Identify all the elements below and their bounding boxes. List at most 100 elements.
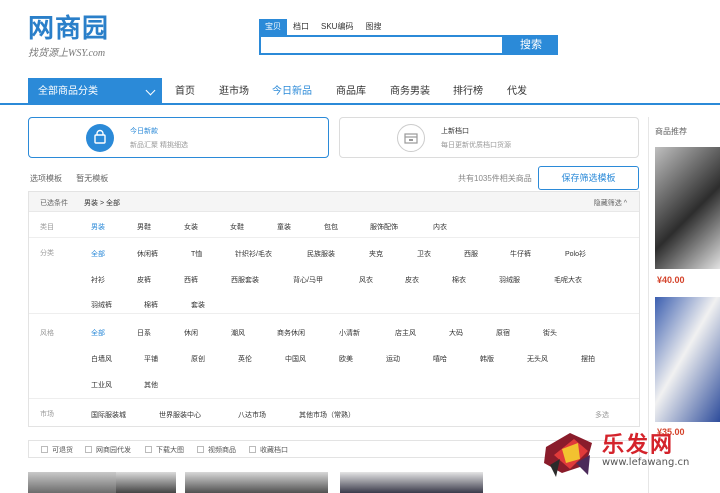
filter-option[interactable]: 男装: [91, 222, 105, 232]
search-input[interactable]: [259, 35, 504, 55]
filter-option[interactable]: 休闲裤: [137, 249, 158, 259]
search-button[interactable]: 搜索: [504, 35, 558, 55]
filter-option[interactable]: 卫衣: [417, 249, 431, 259]
filter-option[interactable]: 包包: [324, 222, 338, 232]
filter-row-category: 类目 男装 男鞋 女装 女鞋 童装 包包 服饰配饰 内衣: [29, 213, 639, 238]
site-logo[interactable]: 网商园 找货源上WSY.com: [28, 14, 118, 62]
filter-option[interactable]: 摆拍: [581, 354, 595, 364]
checkbox-favorite-shops[interactable]: 收藏档口: [249, 445, 288, 455]
filter-option[interactable]: 中国风: [285, 354, 306, 364]
multi-select-toggle[interactable]: 多选: [595, 410, 609, 420]
filter-option[interactable]: 欧美: [339, 354, 353, 364]
filter-option[interactable]: 夹克: [369, 249, 383, 259]
filter-option[interactable]: 嘻哈: [433, 354, 447, 364]
filter-option[interactable]: 女鞋: [230, 222, 244, 232]
filter-option[interactable]: 平铺: [144, 354, 158, 364]
filter-option[interactable]: 皮衣: [405, 275, 419, 285]
filter-option[interactable]: 大码: [449, 328, 463, 338]
filter-option[interactable]: 皮裤: [137, 275, 151, 285]
checkbox-box[interactable]: [197, 446, 204, 453]
product-thumbnail[interactable]: [116, 472, 176, 493]
search-tab-item[interactable]: 宝贝: [259, 19, 287, 35]
filter-option[interactable]: 商务休闲: [277, 328, 305, 338]
checkbox-box[interactable]: [145, 446, 152, 453]
filter-option[interactable]: 内衣: [433, 222, 447, 232]
checkbox-box[interactable]: [249, 446, 256, 453]
filter-option[interactable]: 女装: [184, 222, 198, 232]
nav-dropship[interactable]: 代发: [507, 78, 527, 105]
filter-option[interactable]: 全部: [91, 328, 105, 338]
filter-option[interactable]: 白墙风: [91, 354, 112, 364]
search-tabs: 宝贝 档口 SKU编码 图搜: [259, 19, 387, 35]
search-tab-image[interactable]: 图搜: [359, 19, 387, 35]
filter-option[interactable]: 原宿: [496, 328, 510, 338]
filter-option[interactable]: 小清新: [339, 328, 360, 338]
product-thumbnail[interactable]: [28, 472, 116, 493]
filter-option[interactable]: 男鞋: [137, 222, 151, 232]
filter-option[interactable]: 运动: [386, 354, 400, 364]
save-filter-template-button[interactable]: 保存筛选模板: [538, 166, 639, 190]
filter-option[interactable]: 针织衫/毛衣: [235, 249, 272, 259]
nav-product-library[interactable]: 商品库: [336, 78, 366, 105]
nav-market[interactable]: 逛市场: [219, 78, 249, 105]
filter-option[interactable]: 羽绒服: [499, 275, 520, 285]
filter-option[interactable]: 套装: [191, 300, 205, 310]
product-image[interactable]: [655, 297, 720, 422]
nav-ranking[interactable]: 排行榜: [453, 78, 483, 105]
product-thumbnail[interactable]: [340, 472, 483, 493]
filter-option[interactable]: 其他市场（常熟）: [299, 410, 355, 420]
filter-option[interactable]: 国际服装城: [91, 410, 126, 420]
filter-option[interactable]: 其他: [144, 380, 158, 390]
checkbox-returnable[interactable]: 可退货: [41, 445, 73, 455]
filter-option[interactable]: 服饰配饰: [370, 222, 398, 232]
search-tab-shop[interactable]: 档口: [287, 19, 315, 35]
checkbox-video-items[interactable]: 视频商品: [197, 445, 236, 455]
filter-option[interactable]: 背心/马甲: [293, 275, 323, 285]
filter-option[interactable]: 衬衫: [91, 275, 105, 285]
checkbox-label: 可退货: [52, 447, 73, 454]
checkbox-box[interactable]: [85, 446, 92, 453]
filter-option[interactable]: 羽绒裤: [91, 300, 112, 310]
chosen-value[interactable]: 男装 > 全部: [84, 198, 120, 208]
product-thumbnail[interactable]: [185, 472, 328, 493]
filter-option[interactable]: 毛呢大衣: [554, 275, 582, 285]
card-new-shops[interactable]: 上新档口 每日更新优质档口货源: [339, 117, 639, 158]
filter-option[interactable]: 西服套装: [231, 275, 259, 285]
filter-option[interactable]: 童装: [277, 222, 291, 232]
filter-option[interactable]: 风衣: [359, 275, 373, 285]
nav-business-menswear[interactable]: 商务男装: [390, 78, 430, 105]
filter-option[interactable]: 西裤: [184, 275, 198, 285]
checkbox-dropship[interactable]: 网商园代发: [85, 445, 131, 455]
filter-option[interactable]: 日系: [137, 328, 151, 338]
filter-option[interactable]: 原创: [191, 354, 205, 364]
filter-option[interactable]: 英伦: [238, 354, 252, 364]
filter-option[interactable]: Polo衫: [565, 249, 586, 259]
card-new-today[interactable]: 今日新款 新品汇聚 精挑细选: [28, 117, 329, 158]
filter-option[interactable]: 潮风: [231, 328, 245, 338]
filter-option[interactable]: 店主风: [395, 328, 416, 338]
product-image[interactable]: [655, 147, 720, 269]
filter-option[interactable]: T恤: [191, 249, 202, 259]
filter-option[interactable]: 棉裤: [144, 300, 158, 310]
filter-option[interactable]: 八达市场: [238, 410, 266, 420]
filter-option[interactable]: 工业风: [91, 380, 112, 390]
filter-option[interactable]: 韩版: [480, 354, 494, 364]
filter-option[interactable]: 棉衣: [452, 275, 466, 285]
hide-filter-toggle[interactable]: 隐藏筛选 ^: [594, 198, 627, 208]
checkbox-download-images[interactable]: 下载大图: [145, 445, 184, 455]
option-template-label[interactable]: 选项模板: [30, 174, 62, 183]
checkbox-box[interactable]: [41, 446, 48, 453]
filter-option[interactable]: 休闲: [184, 328, 198, 338]
filter-option[interactable]: 无头风: [527, 354, 548, 364]
filter-option[interactable]: 牛仔裤: [510, 249, 531, 259]
nav-home[interactable]: 首页: [175, 78, 195, 105]
filter-option[interactable]: 世界服装中心: [159, 410, 201, 420]
filter-option[interactable]: 街头: [543, 328, 557, 338]
nav-new-today[interactable]: 今日新品: [272, 78, 312, 105]
filter-option[interactable]: 民族服装: [307, 249, 335, 259]
filter-option[interactable]: 全部: [91, 249, 105, 259]
logo-slogan: 找货源上WSY.com: [28, 48, 106, 59]
all-categories-menu[interactable]: 全部商品分类: [28, 78, 162, 105]
filter-option[interactable]: 西服: [464, 249, 478, 259]
search-tab-sku[interactable]: SKU编码: [315, 19, 359, 35]
